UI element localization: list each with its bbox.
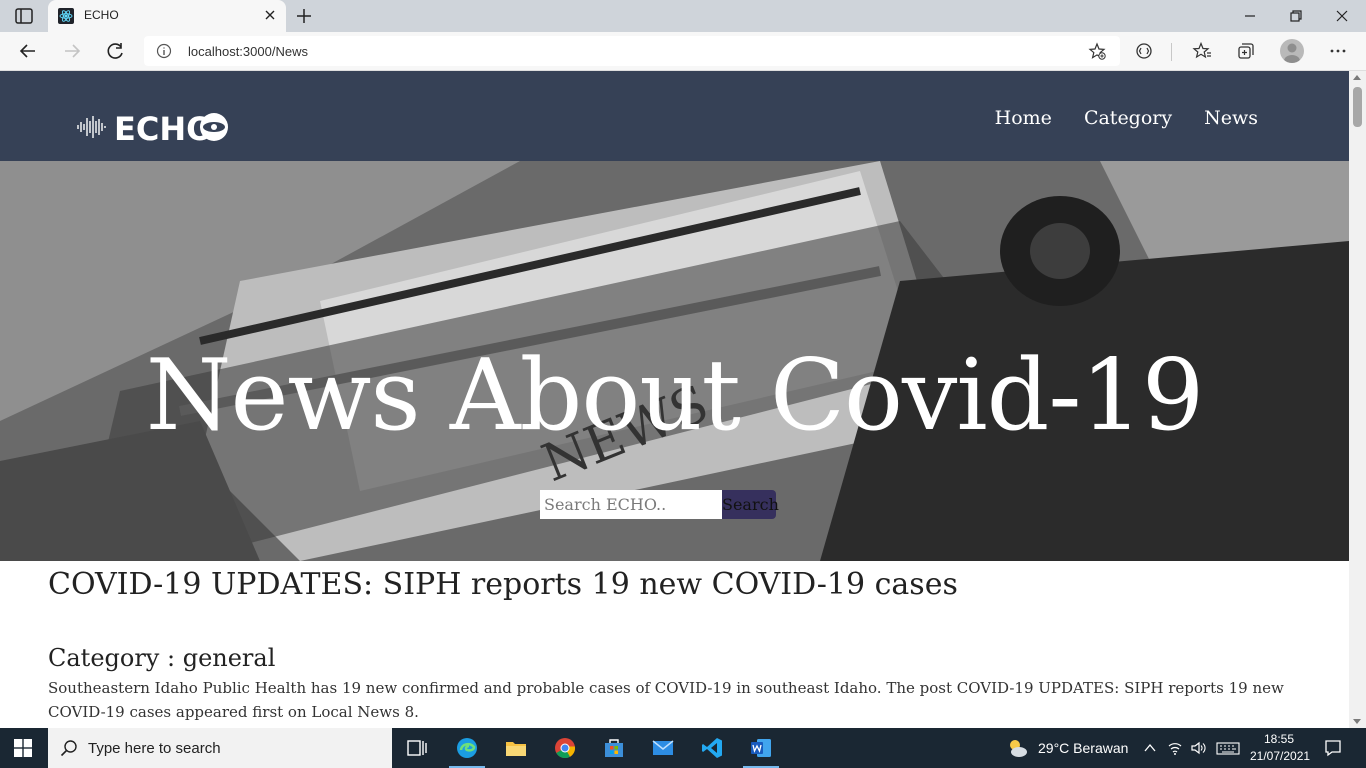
forward-icon[interactable] (61, 41, 83, 61)
close-tab-icon[interactable] (262, 7, 278, 23)
page-scrollbar[interactable] (1349, 71, 1366, 728)
mail-icon (652, 740, 674, 755)
keyboard-icon[interactable] (1216, 740, 1240, 756)
taskbar-search-placeholder: Type here to search (88, 740, 221, 757)
article-description: Southeastern Idaho Public Health has 19 … (48, 679, 1284, 721)
back-icon[interactable] (17, 41, 39, 61)
vscode-icon (702, 738, 722, 758)
article-category: Category : general (48, 644, 276, 672)
collections-icon[interactable] (1236, 41, 1256, 61)
windows-start-icon[interactable] (14, 739, 32, 757)
store-taskbar-app[interactable] (590, 728, 638, 768)
news-article: COVID-19 UPDATES: SIPH reports 19 new CO… (48, 561, 1288, 724)
network-icon[interactable] (1167, 740, 1183, 756)
edge-taskbar-app[interactable] (443, 728, 491, 768)
folder-icon (506, 742, 526, 756)
hero-title: News About Covid-19 (145, 339, 1204, 453)
nav-news-link[interactable]: News (1204, 107, 1258, 129)
search-form: Search (540, 490, 779, 519)
browser-tab-bar: ECHO (0, 0, 1366, 32)
hero-banner: NEWS News About Covid-19 Search (0, 161, 1349, 561)
search-icon (60, 740, 77, 757)
tab-title: ECHO (84, 8, 119, 22)
task-view-icon (407, 740, 427, 756)
task-view-button[interactable] (392, 728, 440, 768)
react-favicon-icon (58, 8, 74, 24)
scroll-thumb[interactable] (1353, 87, 1362, 127)
mail-taskbar-app[interactable] (639, 728, 687, 768)
chevron-up-icon[interactable] (1142, 740, 1158, 756)
taskbar-search-box[interactable]: Type here to search (48, 728, 392, 768)
store-bag-icon (605, 739, 623, 757)
file-explorer-taskbar-app[interactable] (492, 728, 540, 768)
weather-cloud-sun-icon[interactable] (1006, 737, 1028, 759)
windows-taskbar: Type here to search 29°C Berawan 18:55 2… (0, 728, 1366, 768)
page-viewport: ECHO Home Category News NEWS News About … (0, 71, 1366, 728)
browser-tab[interactable]: ECHO (48, 0, 286, 32)
close-window-icon[interactable] (1332, 6, 1352, 26)
profile-avatar[interactable] (1280, 39, 1304, 63)
article-title[interactable]: COVID-19 UPDATES: SIPH reports 19 new CO… (48, 567, 1288, 602)
clock-date: 21/07/2021 (1250, 749, 1311, 763)
new-tab-icon[interactable] (294, 6, 314, 26)
scroll-up-arrow-icon[interactable] (1353, 75, 1361, 80)
nav-category-link[interactable]: Category (1084, 107, 1172, 129)
scroll-down-arrow-icon[interactable] (1353, 719, 1361, 724)
address-bar[interactable]: localhost:3000/News (144, 36, 1120, 66)
search-button[interactable]: Search (722, 490, 779, 519)
nav-home-link[interactable]: Home (995, 107, 1052, 129)
favorites-icon[interactable] (1192, 41, 1212, 61)
weather-text[interactable]: 29°C Berawan (1038, 740, 1128, 756)
tab-actions-icon[interactable] (14, 7, 34, 25)
volume-icon[interactable] (1190, 740, 1206, 756)
site-info-icon[interactable] (156, 43, 172, 59)
toolbar-separator (1171, 43, 1172, 61)
site-navbar: ECHO Home Category News (0, 71, 1349, 161)
logo-text: ECHO (114, 111, 213, 143)
clock-time: 18:55 (1263, 732, 1295, 746)
more-options-icon[interactable] (1328, 41, 1348, 61)
word-icon (751, 739, 771, 757)
browser-toolbar: localhost:3000/News (0, 32, 1366, 71)
chrome-icon (555, 738, 576, 759)
immersive-reader-icon[interactable] (1134, 41, 1154, 61)
url-text[interactable]: localhost:3000/News (188, 44, 308, 59)
minimize-icon[interactable] (1240, 6, 1260, 26)
profile-icon (1284, 43, 1300, 63)
restore-icon[interactable] (1286, 6, 1306, 26)
system-clock[interactable]: 18:55 21/07/2021 (1250, 731, 1311, 765)
vscode-taskbar-app[interactable] (688, 728, 736, 768)
notification-icon[interactable] (1324, 739, 1342, 757)
main-nav: Home Category News (995, 107, 1258, 129)
add-favorite-icon[interactable] (1088, 42, 1106, 60)
echo-logo[interactable]: ECHO (76, 111, 230, 143)
chrome-taskbar-app[interactable] (541, 728, 589, 768)
word-taskbar-app[interactable] (737, 728, 785, 768)
search-input[interactable] (540, 490, 722, 519)
refresh-icon[interactable] (105, 41, 127, 61)
edge-icon (457, 738, 477, 758)
